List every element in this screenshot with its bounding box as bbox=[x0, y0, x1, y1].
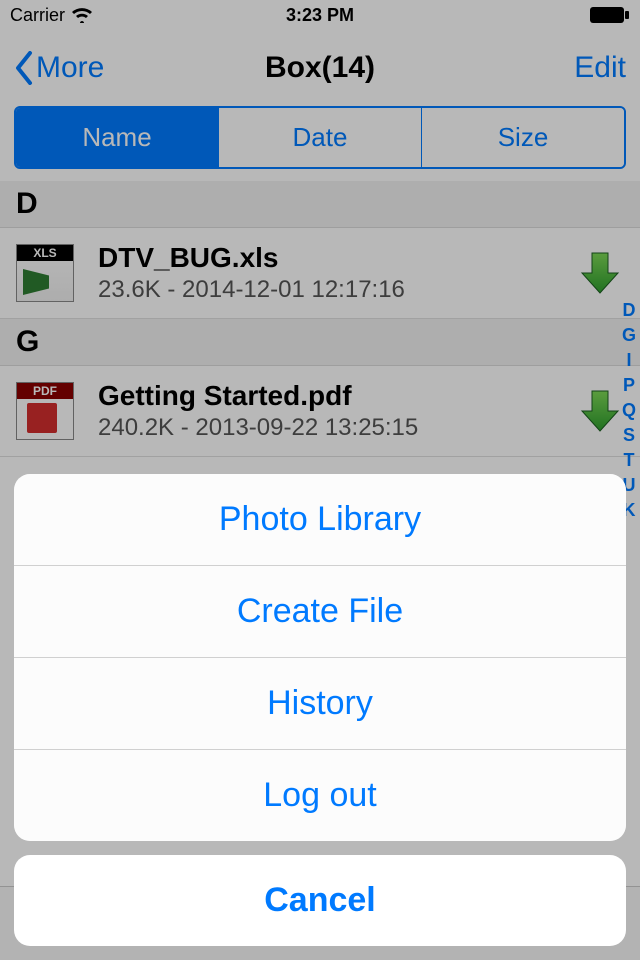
action-photo-library[interactable]: Photo Library bbox=[14, 474, 626, 566]
action-sheet: Photo Library Create File History Log ou… bbox=[14, 474, 626, 946]
action-history[interactable]: History bbox=[14, 658, 626, 750]
action-log-out[interactable]: Log out bbox=[14, 750, 626, 841]
action-cancel[interactable]: Cancel bbox=[14, 855, 626, 946]
action-create-file[interactable]: Create File bbox=[14, 566, 626, 658]
